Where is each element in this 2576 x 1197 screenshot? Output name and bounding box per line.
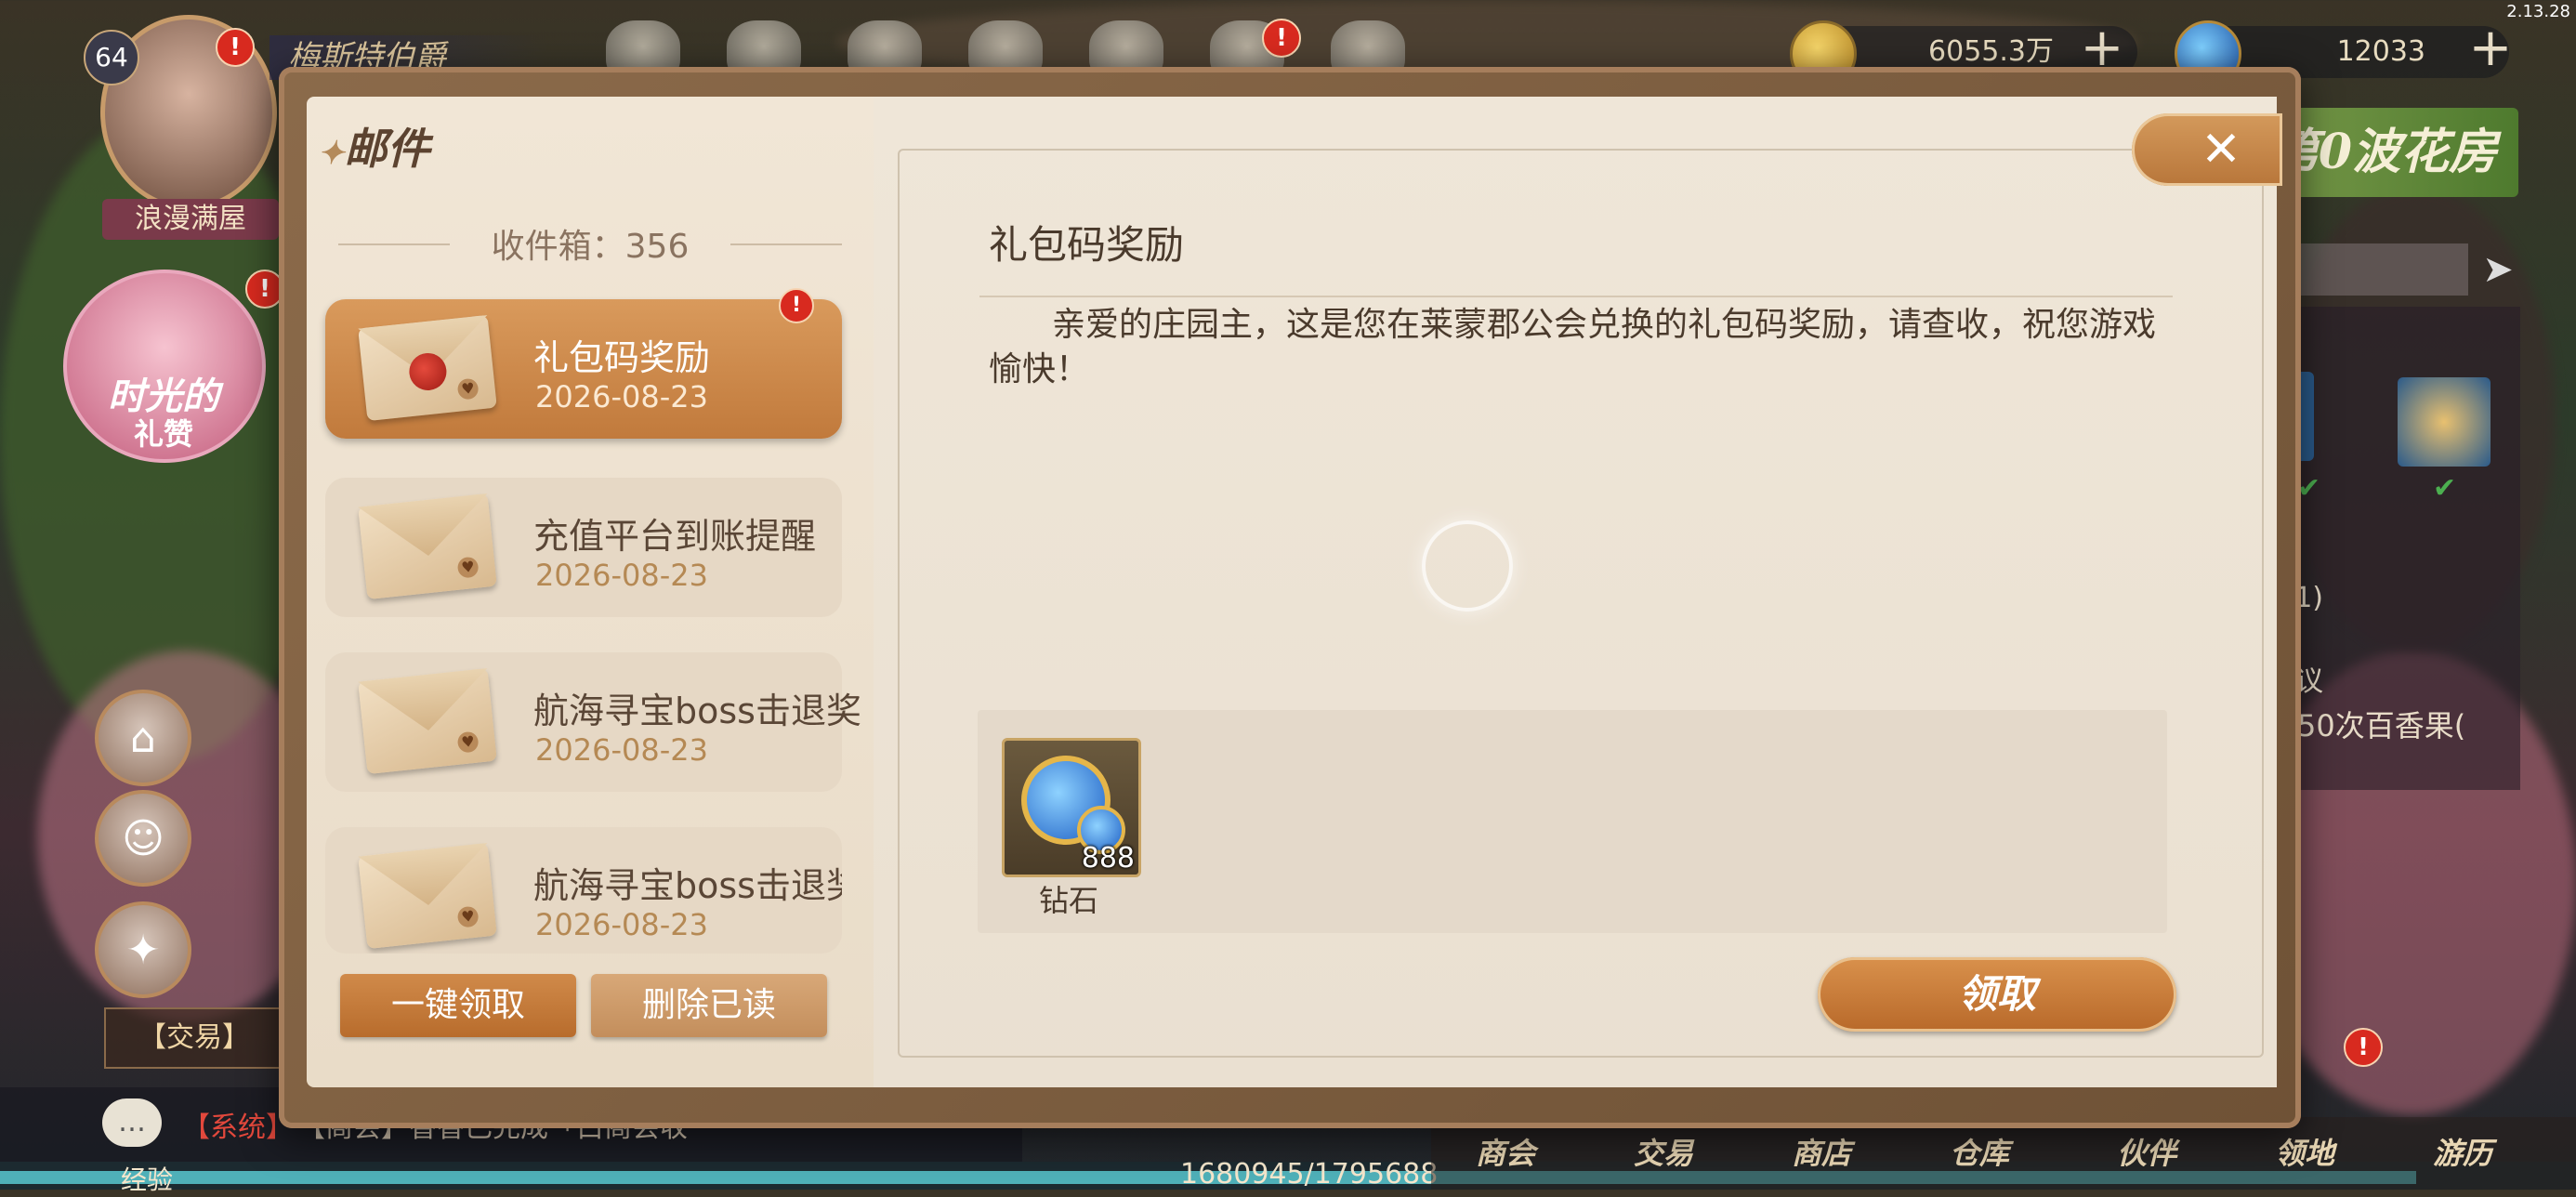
inbox-divider-left [338,243,450,245]
mail-item-title: 航海寻宝boss击退奖 [533,691,861,731]
mail-item-title: 礼包码奖励 [533,337,711,378]
avatar-alert-badge: ! [216,28,255,67]
player-title: 浪漫满屋 [102,199,279,240]
trade-tag: 【交易】 [104,1007,284,1069]
right-arrow-icon[interactable]: ➤ [2472,243,2524,296]
gold-value: 6055.3万 [1928,35,2054,68]
claim-button-label: 领取 [1957,971,2036,1017]
nav-travel[interactable]: 游历 [2388,1117,2537,1190]
dish-icon-2[interactable] [2398,377,2491,467]
mail-item[interactable]: ♥ 充值平台到账提醒 2026-08-23 [325,478,842,617]
event-label-line2: 礼赞 [133,416,193,452]
mail-detail-title: 礼包码奖励 [989,222,1185,268]
attachment-name: 钻石 [1038,883,1098,918]
level-badge: 64 [84,30,139,86]
mail-item-date: 2026-08-23 [535,732,708,768]
mail-item[interactable]: ♥ 航海寻宝boss击退奖 2026-08-23 [325,827,842,954]
mail-item-title: 充值平台到账提醒 [533,516,817,557]
claim-all-button[interactable]: 一键领取 [340,974,576,1037]
envelope-icon: ♥ [358,314,497,422]
mail-header-text: 邮件 [344,124,430,174]
envelope-icon: ♥ [358,842,497,950]
close-icon: ✕ [2201,122,2241,178]
check-icon-2: ✔ [2433,472,2457,505]
mail-unread-badge: ! [779,288,814,323]
delete-read-button[interactable]: 删除已读 [591,974,827,1037]
mail-item[interactable]: ♥ 礼包码奖励 2026-08-23 [325,299,842,439]
mail-item-date: 2026-08-23 [535,907,708,942]
envelope-icon: ♥ [358,493,497,600]
mail-header: ✦邮件 [318,115,430,177]
attachment-item[interactable]: 888 [1002,738,1141,877]
event-banner[interactable]: 时光的 礼赞 [63,270,266,463]
mail-item-title: 航海寻宝boss击退奖 [533,865,842,906]
gem-value: 12033 [2336,35,2425,68]
mail-item-date: 2026-08-23 [535,379,708,414]
mail-item-date: 2026-08-23 [535,558,708,593]
sparkle-icon: ✦ [318,135,345,172]
gift-icon[interactable]: ✦ [95,901,191,998]
attachment-area [978,710,2167,933]
nav-alert-badge: ! [2344,1028,2383,1067]
add-gem-button[interactable]: + [2463,22,2518,78]
friends-icon[interactable]: ☺ [95,790,191,887]
inbox-count: 收件箱：356 [491,228,690,266]
mail-item[interactable]: ♥ 航海寻宝boss击退奖 2026-08-23 [325,652,861,792]
right-task-panel: ✔ ✔ V 0/1) 建议 获50次百香果( [2258,307,2520,790]
close-button[interactable]: ✕ [2132,113,2282,186]
top-icon-alert-badge: ! [1262,19,1301,58]
envelope-icon: ♥ [358,667,497,775]
exp-value: 1680945/1795688 [1180,1158,1439,1190]
inbox-divider-right [730,243,842,245]
home-icon[interactable]: ⌂ [95,690,191,786]
chat-bubble-icon[interactable]: … [102,1098,162,1147]
claim-button[interactable]: 领取 [1818,957,2176,1032]
chat-prefix: 【系统】 [182,1112,294,1144]
detail-divider [979,296,2173,297]
exp-label: 经验 [121,1164,174,1195]
mail-detail-body: 亲爱的庄园主，这是您在莱蒙郡公会兑换的礼包码奖励，请查收，祝您游戏愉快！ [989,306,2157,388]
attachment-count: 888 [1081,842,1135,875]
loading-spinner [1422,520,1513,612]
